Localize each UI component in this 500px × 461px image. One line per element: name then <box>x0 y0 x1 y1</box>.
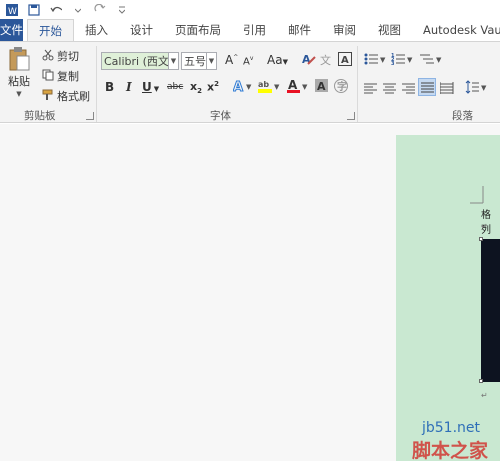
svg-text:▼: ▼ <box>274 83 280 91</box>
subscript-icon[interactable]: x2 <box>190 80 202 95</box>
svg-text:▼: ▼ <box>302 83 308 91</box>
tab-design[interactable]: 设计 <box>119 19 164 41</box>
align-left-icon[interactable] <box>364 82 378 97</box>
font-group-label: 字体 <box>210 110 231 122</box>
svg-text:A: A <box>288 78 298 92</box>
paragraph-mark-icon: ↵ <box>481 222 488 231</box>
tab-review[interactable]: 审阅 <box>322 19 367 41</box>
quick-access-toolbar: W <box>0 0 500 19</box>
clipboard-launcher-icon[interactable] <box>86 112 94 120</box>
svg-text:ab: ab <box>258 80 269 89</box>
clear-format-icon[interactable]: A <box>302 52 316 69</box>
resize-handle[interactable] <box>479 237 483 241</box>
word-icon: W <box>6 3 18 16</box>
italic-icon[interactable]: I <box>126 80 132 94</box>
copy-button[interactable]: 复制 <box>42 68 79 84</box>
resize-handle[interactable] <box>479 379 483 383</box>
align-center-icon[interactable] <box>383 82 397 97</box>
tab-autodesk[interactable]: Autodesk Vau <box>412 19 500 41</box>
watermark-logo-text: 脚本之家 <box>412 440 489 461</box>
chevron-down-icon[interactable] <box>72 4 84 16</box>
tab-insert[interactable]: 插入 <box>74 19 119 41</box>
character-border-icon[interactable]: A <box>338 52 352 69</box>
font-name-field[interactable]: Calibri (西文) <box>101 52 169 70</box>
inserted-image[interactable] <box>481 239 500 382</box>
svg-text:3: 3 <box>391 61 395 66</box>
margin-marker <box>470 186 484 204</box>
group-divider <box>357 46 358 122</box>
enclose-characters-icon[interactable]: 字 <box>333 78 349 97</box>
tab-mailings[interactable]: 邮件 <box>277 19 322 41</box>
justify-icon[interactable] <box>418 78 436 96</box>
underline-icon[interactable]: U ▼ <box>142 80 159 94</box>
change-case-icon[interactable]: Aa▼ <box>267 53 288 67</box>
undo-icon[interactable] <box>50 4 62 16</box>
strikethrough-icon[interactable]: abc <box>167 82 183 92</box>
tab-references[interactable]: 引用 <box>232 19 277 41</box>
grow-font-icon[interactable]: A^ <box>225 53 238 67</box>
multilevel-list-icon[interactable]: ▼ <box>420 52 444 69</box>
svg-text:▼: ▼ <box>436 56 442 64</box>
svg-text:A: A <box>302 53 311 66</box>
paste-label: 粘贴 <box>8 75 30 88</box>
paste-button[interactable]: 粘贴 ▼ <box>8 46 30 98</box>
redo-icon[interactable] <box>94 3 106 16</box>
distributed-icon[interactable] <box>439 82 454 97</box>
svg-text:▼: ▼ <box>481 84 487 92</box>
svg-text:文: 文 <box>320 53 331 66</box>
svg-text:▼: ▼ <box>407 56 413 64</box>
group-divider <box>96 46 97 122</box>
format-painter-button[interactable]: 格式刷 <box>42 88 90 104</box>
format-painter-label: 格式刷 <box>57 90 90 103</box>
font-size-field[interactable]: 五号 <box>181 52 207 70</box>
paste-icon <box>9 47 30 71</box>
phonetic-guide-icon[interactable]: 文 <box>320 52 334 69</box>
font-name-dropdown-icon[interactable]: ▼ <box>169 52 179 70</box>
text-effects-icon[interactable]: A ▼ <box>233 78 255 97</box>
numbering-icon[interactable]: 1 2 3 ▼ <box>391 52 415 69</box>
brush-icon <box>42 89 54 104</box>
align-right-icon[interactable] <box>402 82 416 97</box>
cut-button[interactable]: 剪切 <box>42 48 79 64</box>
copy-label: 复制 <box>57 70 79 83</box>
bullets-icon[interactable]: ▼ <box>364 52 388 69</box>
save-icon[interactable] <box>28 3 40 16</box>
superscript-icon[interactable]: x2 <box>207 80 219 94</box>
tab-home[interactable]: 开始 <box>27 19 74 41</box>
bold-icon[interactable]: B <box>105 80 114 94</box>
svg-text:字: 字 <box>337 80 347 93</box>
font-color-icon[interactable]: A ▼ <box>287 78 309 97</box>
customize-qat-icon[interactable] <box>116 4 128 16</box>
shrink-font-icon[interactable]: Av <box>243 55 253 67</box>
svg-text:A: A <box>317 80 326 93</box>
svg-text:W: W <box>8 7 17 16</box>
svg-text:▼: ▼ <box>380 56 386 64</box>
tab-file[interactable]: 文件 <box>0 19 23 41</box>
scissors-icon <box>42 49 54 64</box>
paragraph-mark-icon: ↵ <box>481 391 488 400</box>
font-launcher-icon[interactable] <box>347 112 355 120</box>
svg-text:A: A <box>233 80 243 94</box>
highlight-icon[interactable]: ab ▼ <box>258 78 282 97</box>
clipboard-group-label: 剪贴板 <box>24 110 56 122</box>
svg-text:A: A <box>341 55 349 66</box>
watermark-url: jb51.net <box>422 420 481 436</box>
ribbon-home: 粘贴 ▼ 剪切 复制 格式刷 剪贴板 Calibri (西文) ▼ 五号 ▼ A… <box>0 41 500 123</box>
tab-page-layout[interactable]: 页面布局 <box>164 19 232 41</box>
font-size-dropdown-icon[interactable]: ▼ <box>207 52 217 70</box>
copy-icon <box>42 69 54 84</box>
tab-view[interactable]: 视图 <box>367 19 412 41</box>
paragraph-group-label: 段落 <box>452 110 473 122</box>
paste-dropdown-icon[interactable]: ▼ <box>16 90 21 98</box>
line-spacing-icon[interactable]: ▼ <box>465 80 489 97</box>
character-shading-icon[interactable]: A <box>315 78 329 97</box>
cut-label: 剪切 <box>57 50 79 63</box>
svg-text:▼: ▼ <box>246 83 252 91</box>
ribbon-tabs: 文件 开始 插入 设计 页面布局 引用 邮件 审阅 视图 Autodesk Va… <box>0 19 500 41</box>
document-text[interactable]: 格列 <box>481 206 500 236</box>
